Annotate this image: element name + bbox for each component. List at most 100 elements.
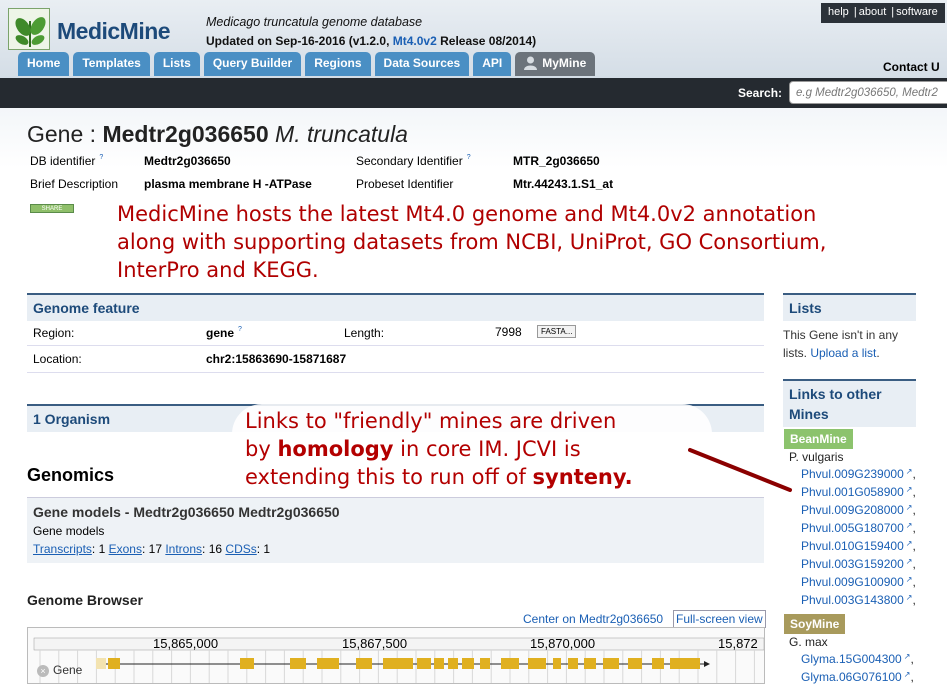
top-links: help | about | software bbox=[821, 3, 945, 23]
title-prefix: Gene : bbox=[27, 121, 103, 147]
tab-templates[interactable]: Templates bbox=[73, 52, 150, 76]
site-header: MedicMine Medicago truncatula genome dat… bbox=[0, 0, 947, 78]
info-icon[interactable]: ? bbox=[467, 154, 471, 161]
center-on-gene-link[interactable]: Center on Medtr2g036650 bbox=[523, 612, 663, 626]
brief-description-label: Brief Description bbox=[30, 177, 119, 191]
homolog-gene-link[interactable]: Phvul.009G208000 ↗, bbox=[801, 503, 916, 517]
exon-block[interactable] bbox=[434, 658, 444, 669]
mymine-label: MyMine bbox=[542, 56, 587, 70]
homolog-gene-link[interactable]: Phvul.005G180700 ↗, bbox=[801, 521, 916, 535]
tab-mymine[interactable]: MyMine bbox=[515, 52, 596, 76]
brief-description-value: plasma membrane H -ATPase bbox=[144, 177, 312, 191]
callout-line: extending this to run off of synteny. bbox=[245, 465, 633, 489]
exon-block[interactable] bbox=[480, 658, 490, 669]
probeset-value: Mtr.44243.1.S1_at bbox=[513, 177, 614, 191]
exon-block[interactable] bbox=[96, 658, 106, 669]
callout-line: Links to "friendly" mines are driven bbox=[245, 409, 617, 433]
close-icon[interactable]: × bbox=[37, 665, 49, 677]
exon-block[interactable] bbox=[528, 658, 546, 669]
info-icon[interactable]: ? bbox=[99, 154, 103, 161]
lists-text: This Gene isn't in any lists. Upload a l… bbox=[783, 328, 899, 360]
exon-block[interactable] bbox=[462, 658, 474, 669]
probeset-label: Probeset Identifier bbox=[356, 177, 454, 191]
secondary-identifier-label: Secondary Identifier? bbox=[356, 154, 471, 168]
exon-block[interactable] bbox=[240, 658, 254, 669]
full-screen-view-link[interactable]: Full-screen view bbox=[673, 610, 766, 628]
gene-organism: M. truncatula bbox=[275, 121, 408, 147]
homolog-gene-link[interactable]: Phvul.009G239000 ↗, bbox=[801, 467, 916, 481]
location-row: Location: bbox=[27, 346, 764, 373]
tab-query-builder[interactable]: Query Builder bbox=[203, 52, 302, 76]
region-label: Region: bbox=[33, 326, 75, 340]
leaf-logo-icon bbox=[15, 17, 46, 47]
exon-block[interactable] bbox=[670, 658, 700, 669]
tab-data-sources[interactable]: Data Sources bbox=[374, 52, 470, 76]
exon-block[interactable] bbox=[317, 658, 339, 669]
tab-api[interactable]: API bbox=[473, 52, 512, 76]
gene-models-title: Gene models - Medtr2g036650 Medtr2g03665… bbox=[33, 504, 340, 520]
contact-link[interactable]: Contact U bbox=[883, 60, 940, 74]
upload-list-link[interactable]: Upload a list bbox=[810, 346, 876, 360]
region-row: Region: bbox=[27, 320, 764, 346]
tab-lists[interactable]: Lists bbox=[153, 52, 200, 76]
homolog-gene-link[interactable]: Phvul.001G058900 ↗, bbox=[801, 485, 916, 499]
soymine-badge[interactable]: SoyMine bbox=[784, 614, 846, 634]
exon-block[interactable] bbox=[448, 658, 458, 669]
genome-browser[interactable]: 15,865,000 15,867,500 15,870,000 15,872 bbox=[27, 627, 765, 684]
release-link[interactable]: Mt4.0v2 bbox=[393, 34, 437, 48]
medicmine-logo[interactable] bbox=[8, 8, 50, 50]
exon-block[interactable] bbox=[356, 658, 372, 669]
homolog-gene-link[interactable]: Glyma.15G004300 ↗, bbox=[801, 652, 914, 666]
exon-block[interactable] bbox=[603, 658, 619, 669]
cdss-link[interactable]: CDSs bbox=[225, 542, 256, 556]
homolog-gene-link[interactable]: Phvul.003G143800 ↗, bbox=[801, 593, 916, 607]
tab-regions[interactable]: Regions bbox=[305, 52, 371, 76]
tick-label: 15,870,000 bbox=[530, 636, 595, 651]
homolog-gene-link[interactable]: Phvul.009G100900 ↗, bbox=[801, 575, 916, 589]
app-name[interactable]: MedicMine bbox=[57, 18, 171, 45]
share-button[interactable]: SHARE bbox=[30, 204, 74, 213]
genome-browser-heading: Genome Browser bbox=[27, 592, 143, 608]
release-prefix: Updated on Sep-16-2016 (v1.2.0, bbox=[206, 34, 393, 48]
region-value: gene? bbox=[206, 326, 242, 340]
tab-home[interactable]: Home bbox=[18, 52, 70, 76]
exon-block[interactable] bbox=[383, 658, 413, 669]
homolog-gene-link[interactable]: Phvul.003G159200 ↗, bbox=[801, 557, 916, 571]
secondary-identifier-value: MTR_2g036650 bbox=[513, 154, 600, 168]
search-input[interactable] bbox=[789, 81, 947, 104]
location-value: chr2:15863690-15871687 bbox=[206, 352, 347, 366]
length-label: Length: bbox=[344, 326, 385, 340]
introns-link[interactable]: Introns bbox=[165, 542, 202, 556]
exon-block[interactable] bbox=[652, 658, 664, 669]
homolog-gene-link[interactable]: Phvul.010G159400 ↗, bbox=[801, 539, 916, 553]
exon-block[interactable] bbox=[417, 658, 431, 669]
help-link[interactable]: help bbox=[828, 6, 849, 18]
exon-block[interactable] bbox=[584, 658, 596, 669]
about-link[interactable]: about bbox=[859, 6, 887, 18]
exons-link[interactable]: Exons bbox=[109, 542, 142, 556]
exon-block[interactable] bbox=[108, 658, 120, 669]
callout-line: along with supporting datasets from NCBI… bbox=[117, 230, 827, 254]
callout-line: InterPro and KEGG. bbox=[117, 258, 319, 282]
transcripts-link[interactable]: Transcripts bbox=[33, 542, 92, 556]
gene-models-counts: Transcripts: 1 Exons: 17 Introns: 16 CDS… bbox=[33, 542, 271, 556]
genome-browser-track: 15,865,000 15,867,500 15,870,000 15,872 bbox=[33, 636, 764, 683]
homolog-gene-link[interactable]: Glyma.06G076100 ↗, bbox=[801, 670, 914, 684]
annotation-callout-homology: Links to "friendly" mines are driven by … bbox=[232, 404, 712, 496]
exon-block[interactable] bbox=[553, 658, 561, 669]
callout-line: MedicMine hosts the latest Mt4.0 genome … bbox=[117, 202, 817, 226]
tick-label: 15,867,500 bbox=[342, 636, 407, 651]
page-title: Gene : Medtr2g036650 M. truncatula bbox=[27, 121, 408, 148]
fasta-button[interactable]: FASTA... bbox=[537, 325, 577, 338]
exon-block[interactable] bbox=[290, 658, 306, 669]
exon-block[interactable] bbox=[501, 658, 519, 669]
exon-block[interactable] bbox=[568, 658, 578, 669]
links-to-other-mines-heading: Links to other Mines bbox=[783, 379, 916, 427]
gene-id: Medtr2g036650 bbox=[102, 121, 269, 147]
software-link[interactable]: software bbox=[896, 6, 938, 18]
location-label: Location: bbox=[33, 352, 82, 366]
annotation-arrow bbox=[688, 448, 792, 492]
info-icon[interactable]: ? bbox=[238, 326, 242, 333]
tick-label: 15,865,000 bbox=[153, 636, 218, 651]
exon-block[interactable] bbox=[628, 658, 642, 669]
